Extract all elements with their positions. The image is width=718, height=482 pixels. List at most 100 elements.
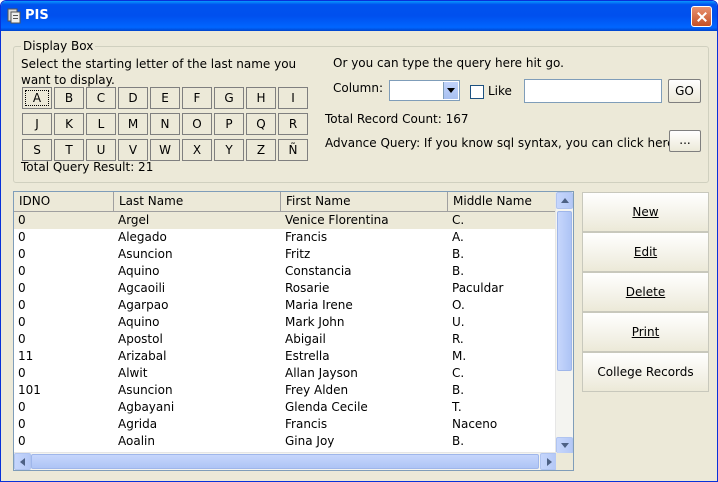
letter-button[interactable]: A	[22, 87, 52, 109]
table-cell: B.	[452, 264, 465, 278]
table-cell: Naceno	[452, 417, 498, 431]
letter-button[interactable]: T	[54, 139, 84, 161]
table-cell: 0	[18, 417, 26, 431]
table-cell: Argel	[118, 213, 150, 227]
table-cell: Venice Florentina	[285, 213, 389, 227]
column-header-first-name[interactable]: First Name	[281, 192, 448, 212]
letter-button[interactable]: F	[182, 87, 212, 109]
letter-button[interactable]: S	[22, 139, 52, 161]
table-row[interactable]: 0 Alwit Allan Jayson C.	[14, 365, 557, 382]
letter-button[interactable]: J	[22, 113, 52, 135]
horizontal-scrollbar[interactable]	[14, 452, 557, 470]
advance-query-button[interactable]: ...	[669, 130, 701, 152]
table-cell: 101	[18, 383, 41, 397]
table-cell: Fritz	[285, 247, 311, 261]
new-button[interactable]: New	[582, 192, 709, 232]
table-cell: Alwit	[118, 366, 148, 380]
table-cell: A.	[452, 230, 464, 244]
table-row[interactable]: 0 Argel Venice Florentina C.	[14, 212, 557, 229]
vertical-scrollbar[interactable]	[555, 192, 573, 454]
table-row[interactable]: 0 Agrida Francis Naceno	[14, 416, 557, 433]
table-row[interactable]: 0 Aquino Constancia B.	[14, 263, 557, 280]
horizontal-scroll-thumb[interactable]	[31, 454, 539, 469]
scroll-left-button[interactable]	[14, 453, 31, 470]
table-cell: Frey Alden	[285, 383, 349, 397]
letter-button[interactable]: B	[54, 87, 84, 109]
chevron-down-icon	[561, 443, 569, 448]
letter-button[interactable]: L	[86, 113, 116, 135]
table-row[interactable]: 0 Agcaoili Rosarie Paculdar	[14, 280, 557, 297]
letter-button[interactable]: Z	[246, 139, 276, 161]
main-window: PIS Display Box Select the starting lett…	[0, 0, 718, 482]
query-input[interactable]	[524, 79, 662, 103]
scroll-right-button[interactable]	[540, 453, 557, 470]
title-bar[interactable]: PIS	[1, 1, 717, 31]
column-header-idno[interactable]: IDNO	[14, 192, 114, 212]
letter-button[interactable]: H	[246, 87, 276, 109]
letter-button[interactable]: K	[54, 113, 84, 135]
table-cell: Alegado	[118, 230, 167, 244]
letter-button[interactable]: P	[214, 113, 244, 135]
records-grid[interactable]: IDNO Last Name First Name Middle Name 0 A…	[13, 191, 574, 471]
letter-button[interactable]: E	[150, 87, 180, 109]
table-cell: 0	[18, 366, 26, 380]
vertical-scroll-thumb[interactable]	[557, 211, 572, 371]
letter-button[interactable]: U	[86, 139, 116, 161]
letter-button[interactable]: V	[118, 139, 148, 161]
letter-button[interactable]: W	[150, 139, 180, 161]
table-cell: Aoalin	[118, 434, 155, 448]
table-cell: Gina Joy	[285, 434, 335, 448]
college-records-button[interactable]: College Records	[582, 352, 709, 392]
table-row[interactable]: 0 Apostol Abigail R.	[14, 331, 557, 348]
letter-button[interactable]: G	[214, 87, 244, 109]
letter-button[interactable]: X	[182, 139, 212, 161]
delete-button[interactable]: Delete	[582, 272, 709, 312]
letter-button[interactable]: C	[86, 87, 116, 109]
letter-button[interactable]: N	[150, 113, 180, 135]
letter-button[interactable]: Y	[214, 139, 244, 161]
letter-button[interactable]: I	[278, 87, 308, 109]
scroll-up-button[interactable]	[556, 192, 573, 209]
table-row[interactable]: 0 Aoalin Gina Joy B.	[14, 433, 557, 450]
table-cell: Paculdar	[452, 281, 504, 295]
grid-header: IDNO Last Name First Name Middle Name	[14, 192, 557, 212]
table-row[interactable]: 11 Arizabal Estrella M.	[14, 348, 557, 365]
table-cell: Glenda Cecile	[285, 400, 368, 414]
table-cell: Constancia	[285, 264, 352, 278]
letter-button[interactable]: D	[118, 87, 148, 109]
new-button-label: New	[632, 205, 659, 219]
letter-button[interactable]: Q	[246, 113, 276, 135]
go-button[interactable]: GO	[668, 79, 701, 103]
column-header-last-name[interactable]: Last Name	[114, 192, 281, 212]
edit-button[interactable]: Edit	[582, 232, 709, 272]
letter-button[interactable]: M	[118, 113, 148, 135]
table-row[interactable]: 0 Asuncion Fritz B.	[14, 246, 557, 263]
column-header-middle-name[interactable]: Middle Name	[448, 192, 557, 212]
letter-button[interactable]: Ñ	[278, 139, 308, 161]
table-row[interactable]: 0 Agarpao Maria Irene O.	[14, 297, 557, 314]
table-cell: 0	[18, 400, 26, 414]
college-records-button-label: College Records	[597, 365, 694, 379]
table-row[interactable]: 0 Alegado Francis A.	[14, 229, 557, 246]
letter-button[interactable]: O	[182, 113, 212, 135]
table-cell: Apostol	[118, 332, 163, 346]
table-row[interactable]: 0 Agbayani Glenda Cecile T.	[14, 399, 557, 416]
window-title: PIS	[25, 8, 49, 23]
scroll-corner	[556, 453, 573, 470]
table-row[interactable]: 101 Asuncion Frey Alden B.	[14, 382, 557, 399]
table-cell: 0	[18, 281, 26, 295]
scroll-down-button[interactable]	[556, 437, 573, 454]
chevron-down-icon[interactable]	[443, 82, 458, 99]
app-icon	[7, 8, 21, 24]
table-cell: Francis	[285, 230, 328, 244]
like-checkbox[interactable]	[470, 85, 484, 99]
table-cell: B.	[452, 434, 465, 448]
column-select[interactable]	[389, 80, 460, 101]
column-label: Column:	[333, 81, 383, 95]
table-cell: Rosarie	[285, 281, 330, 295]
total-record-count: Total Record Count: 167	[325, 112, 469, 126]
letter-button[interactable]: R	[278, 113, 308, 135]
print-button[interactable]: Print	[582, 312, 709, 352]
close-button[interactable]	[691, 6, 712, 27]
table-row[interactable]: 0 Aquino Mark John U.	[14, 314, 557, 331]
